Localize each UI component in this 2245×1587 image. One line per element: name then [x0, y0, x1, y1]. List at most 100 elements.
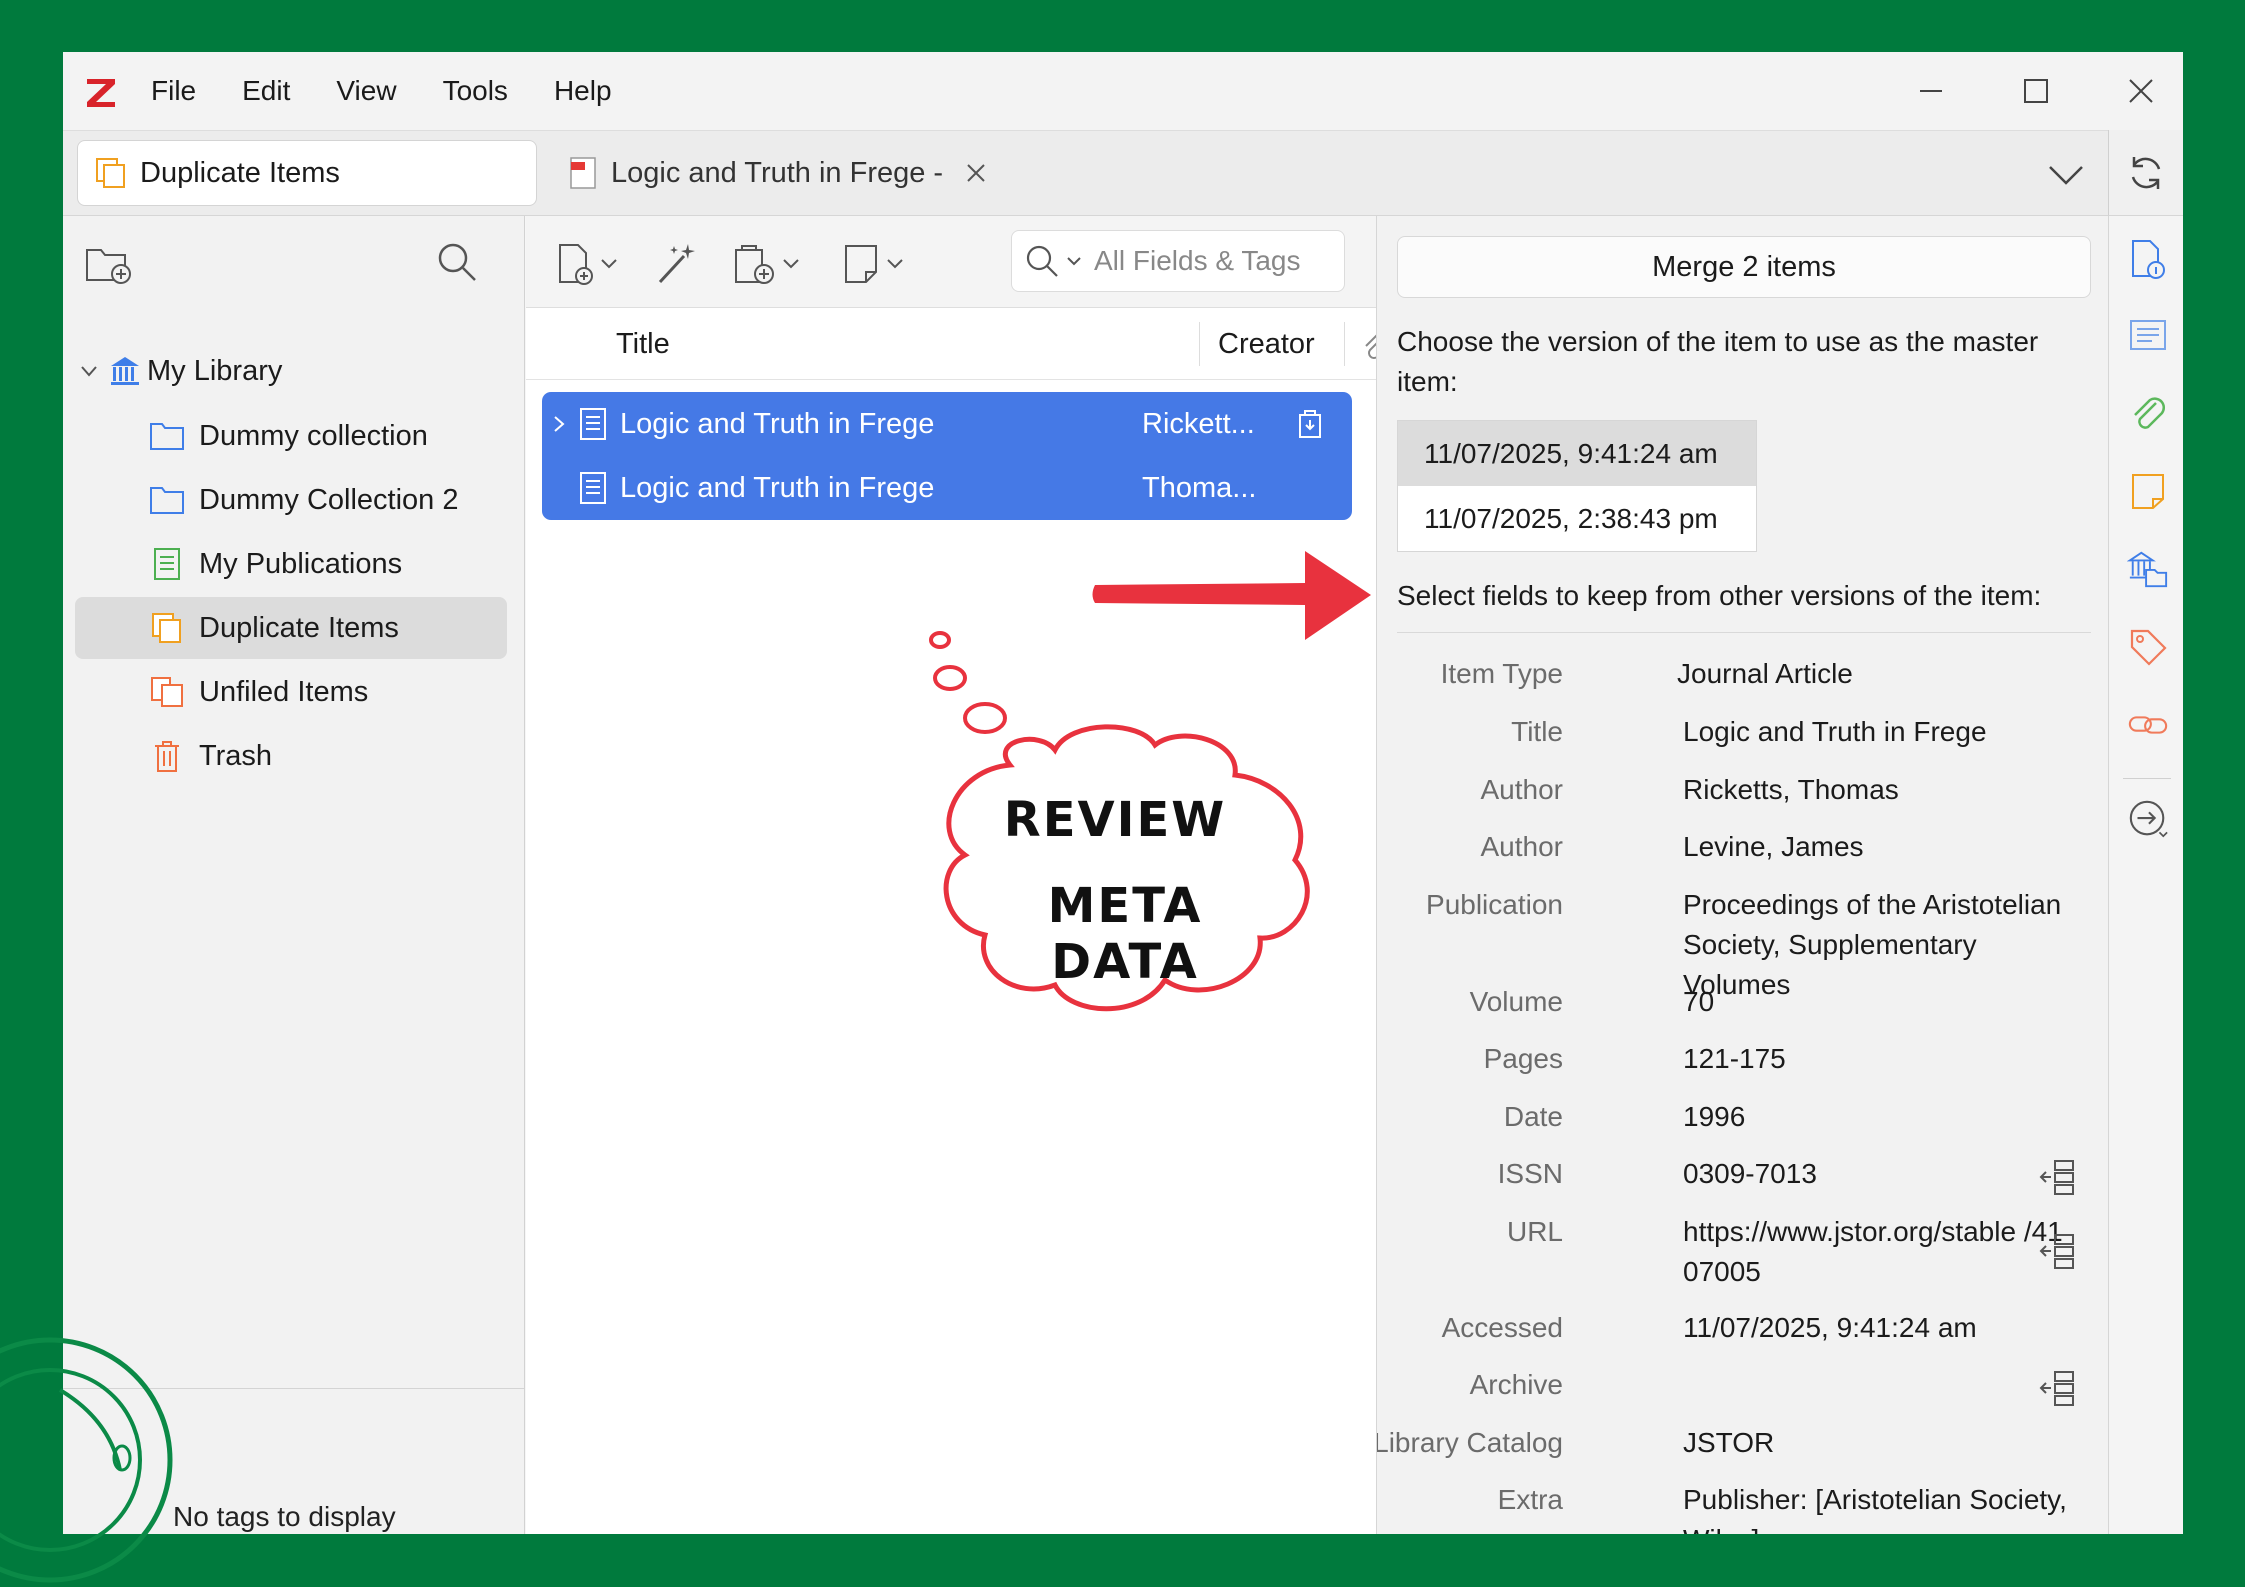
- field-label: Archive: [1469, 1369, 1563, 1400]
- add-by-identifier-button[interactable]: [654, 242, 698, 286]
- field-value[interactable]: 11/07/2025, 9:41:24 am: [1683, 1308, 2073, 1348]
- pdf-icon: [570, 157, 596, 189]
- collections-toolbar: [63, 216, 524, 312]
- sidenav-abstract-button[interactable]: [2127, 314, 2169, 356]
- search-icon: [1026, 245, 1058, 277]
- sidenav-tags-button[interactable]: [2127, 626, 2169, 668]
- chevron-down-icon[interactable]: [79, 361, 99, 381]
- unfiled-icon: [149, 674, 185, 710]
- column-creator[interactable]: Creator: [1218, 308, 1315, 380]
- chevron-down-icon[interactable]: [1066, 256, 1082, 266]
- sidenav-attachments-button[interactable]: [2127, 392, 2169, 434]
- sidenav-libraries-button[interactable]: [2127, 548, 2169, 590]
- document-icon: [580, 408, 606, 440]
- sidenav-notes-button[interactable]: [2127, 470, 2169, 512]
- tree-item-my-library[interactable]: My Library: [75, 340, 507, 402]
- menubar: File Edit View Tools Help: [63, 52, 2183, 130]
- document-icon: [580, 472, 606, 504]
- field-value[interactable]: 121-175: [1683, 1039, 2073, 1079]
- field-label: Publication: [1426, 889, 1563, 920]
- field-value[interactable]: Ricketts, Thomas: [1683, 770, 2073, 810]
- select-fields-text: Select fields to keep from other version…: [1397, 580, 2042, 611]
- tab-duplicate-items[interactable]: Duplicate Items: [77, 140, 537, 206]
- field-value[interactable]: Publisher: [Aristotelian Society, Wiley]: [1683, 1480, 2073, 1534]
- field-label: Date: [1503, 1101, 1563, 1132]
- zotero-logo-icon[interactable]: [83, 73, 119, 109]
- tree-item-unfiled-items[interactable]: Unfiled Items: [75, 661, 507, 723]
- chevron-down-icon[interactable]: [2046, 163, 2086, 187]
- attachment-add-icon: [735, 245, 774, 284]
- version-item[interactable]: 11/07/2025, 2:38:43 pm: [1398, 486, 1756, 551]
- choose-version-icon[interactable]: [2037, 1158, 2077, 1196]
- tree-label: My Library: [147, 354, 283, 387]
- tree-item-trash[interactable]: Trash: [75, 725, 507, 787]
- minimize-button[interactable]: [1881, 52, 1981, 130]
- locate-icon: [2129, 800, 2168, 838]
- items-toolbar: All Fields & Tags: [526, 216, 1376, 308]
- field-value[interactable]: 70: [1683, 982, 2073, 1022]
- paperclip-icon: [2134, 397, 2165, 429]
- tree-item-duplicate-items[interactable]: Duplicate Items: [75, 597, 507, 659]
- menu-file[interactable]: File: [151, 75, 196, 107]
- tree-label: Unfiled Items: [199, 675, 369, 708]
- new-attachment-button[interactable]: [732, 242, 800, 286]
- tree-item-dummy-collection-2[interactable]: Dummy Collection 2: [75, 469, 507, 531]
- choose-version-icon[interactable]: [2037, 1232, 2077, 1270]
- tree-label: My Publications: [199, 547, 403, 580]
- menu-view[interactable]: View: [336, 75, 396, 107]
- column-header: Title Creator: [526, 308, 1393, 380]
- menu-edit[interactable]: Edit: [242, 75, 290, 107]
- folder-icon: [149, 418, 185, 454]
- new-item-button[interactable]: [556, 242, 618, 286]
- version-item[interactable]: 11/07/2025, 9:41:24 am: [1398, 421, 1756, 486]
- sync-icon: [2131, 156, 2161, 189]
- menu-tools[interactable]: Tools: [443, 75, 508, 107]
- close-icon: [2129, 79, 2153, 103]
- field-value[interactable]: Logic and Truth in Frege: [1683, 712, 2073, 752]
- note-icon: [2132, 474, 2164, 509]
- column-title[interactable]: Title: [616, 308, 670, 380]
- choose-version-icon[interactable]: [2037, 1369, 2077, 1407]
- search-placeholder: All Fields & Tags: [1094, 245, 1301, 276]
- field-value[interactable]: https://www.jstor.org/stable /4107005: [1683, 1212, 2063, 1292]
- new-collection-icon[interactable]: [85, 242, 133, 286]
- attachment-icon[interactable]: [1296, 409, 1326, 439]
- tree-label: Duplicate Items: [199, 611, 399, 644]
- maximize-button[interactable]: [1986, 52, 2086, 130]
- row-title: Logic and Truth in Frege: [620, 471, 935, 504]
- sidenav-locate-button[interactable]: [2127, 798, 2169, 840]
- field-value[interactable]: 0309-7013: [1683, 1154, 2073, 1194]
- search-icon[interactable]: [435, 240, 479, 284]
- field-label: ISSN: [1497, 1158, 1563, 1189]
- chevron-right-icon[interactable]: [552, 414, 566, 434]
- sidenav-related-button[interactable]: [2127, 704, 2169, 746]
- choose-master-text: Choose the version of the item to use as…: [1397, 326, 2039, 397]
- search-input[interactable]: All Fields & Tags: [1011, 230, 1345, 292]
- merge-button[interactable]: Merge 2 items: [1397, 236, 2091, 298]
- note-icon: [845, 245, 877, 283]
- row-title: Logic and Truth in Frege: [620, 407, 935, 440]
- table-row[interactable]: Logic and Truth in Frege Rickett...: [542, 392, 1352, 456]
- field-label: Accessed: [1441, 1312, 1563, 1343]
- item-pane-sidenav: [2108, 216, 2183, 1534]
- chevron-down-icon: [601, 259, 617, 269]
- trash-icon: [149, 738, 185, 774]
- field-value[interactable]: Levine, James: [1683, 827, 2073, 867]
- new-note-button[interactable]: [842, 242, 904, 286]
- tree-item-dummy-collection[interactable]: Dummy collection: [75, 405, 507, 467]
- menu-help[interactable]: Help: [554, 75, 612, 107]
- field-value[interactable]: 1996: [1683, 1097, 2073, 1137]
- row-creator: Rickett...: [1142, 407, 1255, 440]
- table-row[interactable]: Logic and Truth in Frege Thoma...: [542, 456, 1352, 520]
- field-value[interactable]: JSTOR: [1683, 1423, 2073, 1463]
- tree-item-my-publications[interactable]: My Publications: [75, 533, 507, 595]
- close-window-button[interactable]: [2091, 52, 2183, 130]
- row-creator: Thoma...: [1142, 471, 1257, 504]
- tab-reader[interactable]: Logic and Truth in Frege -: [557, 140, 1017, 206]
- sync-button[interactable]: [2108, 130, 2183, 216]
- close-tab-icon[interactable]: [965, 162, 987, 184]
- sidenav-info-button[interactable]: [2127, 238, 2169, 280]
- field-value: Journal Article: [1677, 658, 1853, 689]
- field-label: Author: [1480, 774, 1564, 805]
- publications-icon: [149, 546, 185, 582]
